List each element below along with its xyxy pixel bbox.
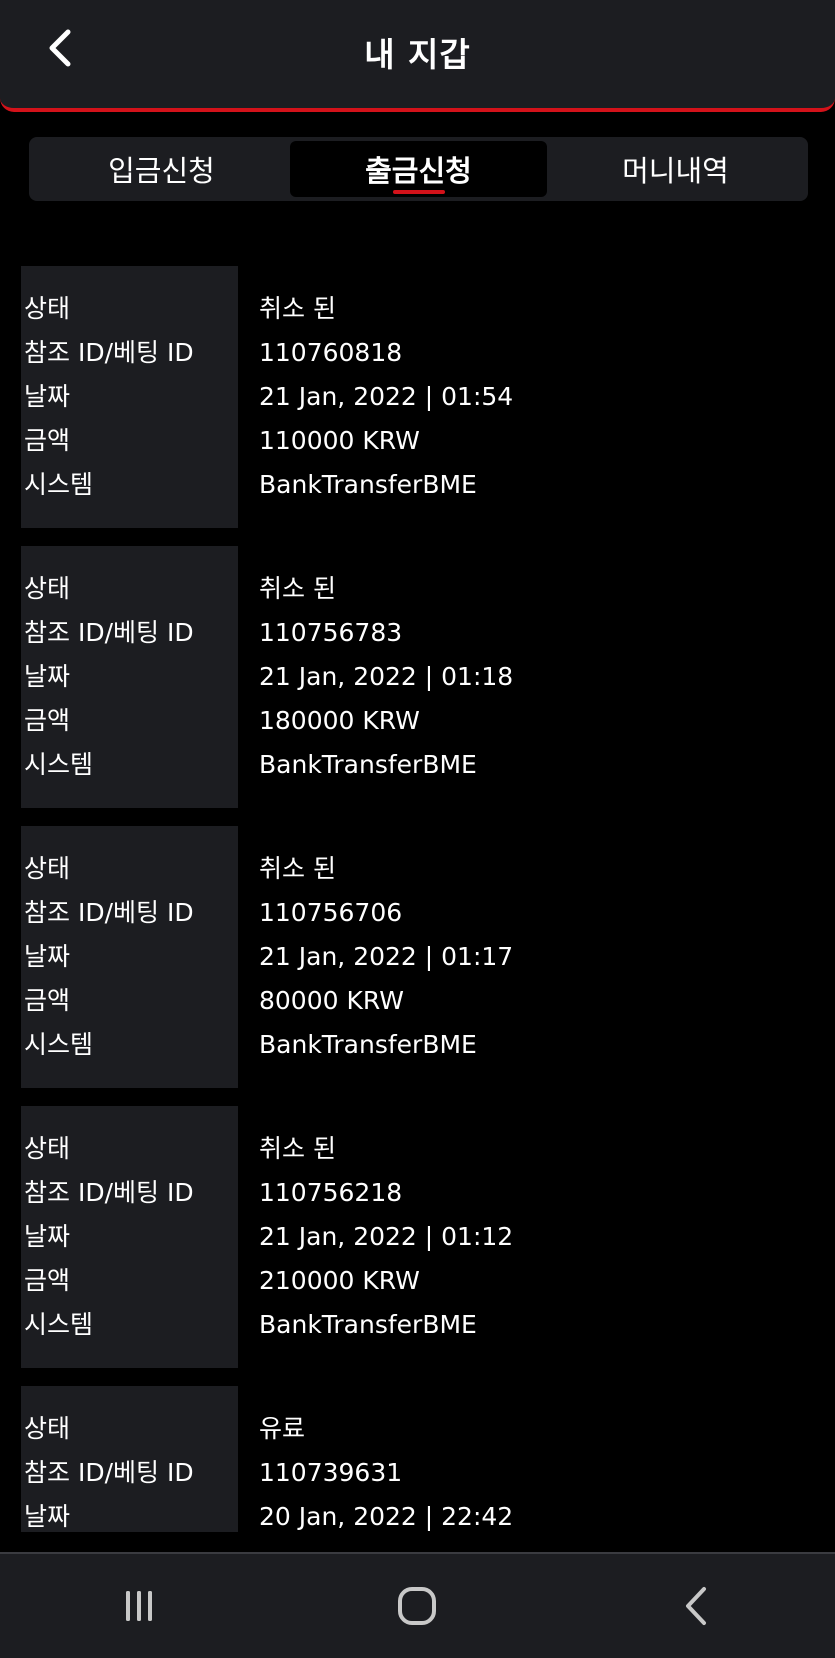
amount-value: 80000 KRW: [259, 986, 404, 1015]
amount-label: 금액: [24, 986, 71, 1015]
status-value: 유료: [259, 1414, 306, 1443]
status-value: 취소 된: [259, 1134, 336, 1163]
date-label: 날짜: [24, 1502, 71, 1531]
home-icon: [398, 1587, 437, 1625]
tab-withdrawal-request[interactable]: 출금신청: [290, 141, 547, 197]
tab-label: 머니내역: [622, 154, 729, 188]
status-label: 상태: [24, 574, 71, 603]
withdrawal-record: 상태 취소 된 참조 ID/베팅 ID 110760818 날짜 21 Jan,…: [0, 266, 835, 528]
ref-id-label: 참조 ID/베팅 ID: [24, 338, 194, 367]
tab-label: 입금신청: [108, 154, 215, 188]
status-value: 취소 된: [259, 294, 336, 323]
date-value: 21 Jan, 2022 | 01:17: [259, 942, 514, 971]
amount-label: 금액: [24, 706, 71, 735]
withdrawal-list[interactable]: 상태 취소 된 참조 ID/베팅 ID 110760818 날짜 21 Jan,…: [0, 266, 835, 1532]
amount-value: 110000 KRW: [259, 426, 420, 455]
system-value: BankTransferBME: [259, 1310, 477, 1339]
ref-id-label: 참조 ID/베팅 ID: [24, 898, 194, 927]
status-label: 상태: [24, 1414, 71, 1443]
tab-money-history[interactable]: 머니내역: [547, 141, 804, 197]
status-label: 상태: [24, 1134, 71, 1163]
system-back-button[interactable]: [656, 1566, 736, 1646]
ref-id-value: 110760818: [259, 338, 403, 367]
date-label: 날짜: [24, 1222, 71, 1251]
system-label: 시스템: [24, 750, 94, 779]
amount-value: 180000 KRW: [259, 706, 420, 735]
ref-id-value: 110756783: [259, 618, 403, 647]
date-label: 날짜: [24, 382, 71, 411]
date-label: 날짜: [24, 942, 71, 971]
date-value: 21 Jan, 2022 | 01:18: [259, 662, 514, 691]
withdrawal-record: 상태 취소 된 참조 ID/베팅 ID 110756706 날짜 21 Jan,…: [0, 826, 835, 1088]
system-label: 시스템: [24, 1310, 94, 1339]
system-value: BankTransferBME: [259, 470, 477, 499]
ref-id-label: 참조 ID/베팅 ID: [24, 1458, 194, 1487]
withdrawal-record: 상태 취소 된 참조 ID/베팅 ID 110756783 날짜 21 Jan,…: [0, 546, 835, 808]
date-value: 20 Jan, 2022 | 22:42: [259, 1502, 514, 1531]
amount-value: 210000 KRW: [259, 1266, 420, 1295]
wallet-tabs: 입금신청 출금신청 머니내역: [29, 137, 808, 201]
date-value: 21 Jan, 2022 | 01:12: [259, 1222, 514, 1251]
status-label: 상태: [24, 294, 71, 323]
app-header: 내 지갑: [0, 0, 835, 112]
withdrawal-record: 상태 유료 참조 ID/베팅 ID 110739631 날짜 20 Jan, 2…: [0, 1386, 835, 1532]
system-navigation-bar: [0, 1552, 835, 1658]
recent-apps-icon: [126, 1591, 153, 1621]
withdrawal-record: 상태 취소 된 참조 ID/베팅 ID 110756218 날짜 21 Jan,…: [0, 1106, 835, 1368]
system-value: BankTransferBME: [259, 750, 477, 779]
amount-label: 금액: [24, 1266, 71, 1295]
ref-id-value: 110756218: [259, 1178, 403, 1207]
ref-id-value: 110756706: [259, 898, 403, 927]
active-tab-indicator: [392, 190, 445, 194]
status-label: 상태: [24, 854, 71, 883]
ref-id-label: 참조 ID/베팅 ID: [24, 1178, 194, 1207]
system-value: BankTransferBME: [259, 1030, 477, 1059]
date-label: 날짜: [24, 662, 71, 691]
status-value: 취소 된: [259, 854, 336, 883]
ref-id-value: 110739631: [259, 1458, 403, 1487]
system-label: 시스템: [24, 470, 94, 499]
tab-deposit-request[interactable]: 입금신청: [33, 141, 290, 197]
status-value: 취소 된: [259, 574, 336, 603]
ref-id-label: 참조 ID/베팅 ID: [24, 618, 194, 647]
recent-apps-button[interactable]: [99, 1566, 179, 1646]
back-icon: [685, 1587, 706, 1625]
page-title: 내 지갑: [364, 35, 471, 74]
app-screen: 내 지갑 입금신청 출금신청 머니내역 상태 취소 된 참조 ID/베팅 ID …: [0, 0, 835, 1658]
tab-label: 출금신청: [365, 154, 472, 188]
system-label: 시스템: [24, 1030, 94, 1059]
date-value: 21 Jan, 2022 | 01:54: [259, 382, 514, 411]
home-button[interactable]: [377, 1566, 457, 1646]
amount-label: 금액: [24, 426, 71, 455]
